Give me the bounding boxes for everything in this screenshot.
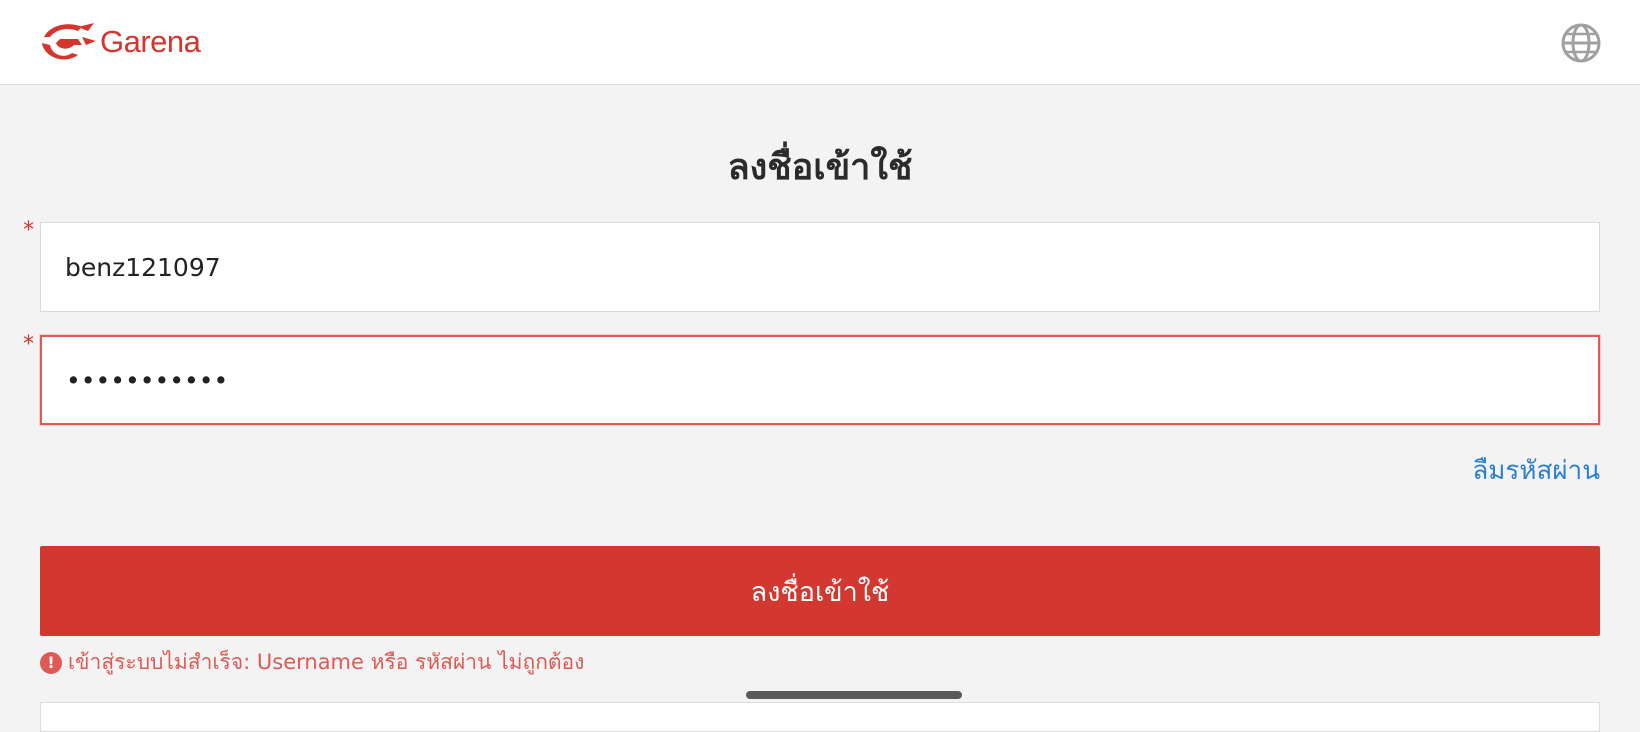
page-title: ลงชื่อเข้าใช้ (727, 147, 913, 188)
login-error-message: ! เข้าสู่ระบบไม่สำเร็จ: Username หรือ รห… (40, 646, 584, 679)
error-text: เข้าสู่ระบบไม่สำเร็จ: Username หรือ รหัส… (68, 650, 585, 674)
username-value: benz121097 (65, 252, 221, 282)
next-card (40, 702, 1600, 732)
brand-name: Garena (100, 24, 201, 59)
required-marker: * (23, 218, 34, 243)
password-field[interactable]: ••••••••••• (40, 335, 1600, 425)
globe-icon[interactable] (1560, 22, 1602, 64)
garena-logo[interactable]: Garena (38, 18, 201, 66)
username-field[interactable]: benz121097 (40, 222, 1600, 312)
login-button[interactable]: ลงชื่อเข้าใช้ (40, 546, 1600, 636)
error-icon: ! (40, 651, 62, 674)
required-marker: * (23, 332, 34, 357)
garena-dragon-logo-icon (42, 23, 96, 60)
password-value: ••••••••••• (66, 365, 229, 395)
top-bar: Garena (0, 0, 1640, 85)
forgot-password-link[interactable]: ลืมรหัสผ่าน (1472, 450, 1600, 491)
scrollbar[interactable] (746, 691, 962, 699)
